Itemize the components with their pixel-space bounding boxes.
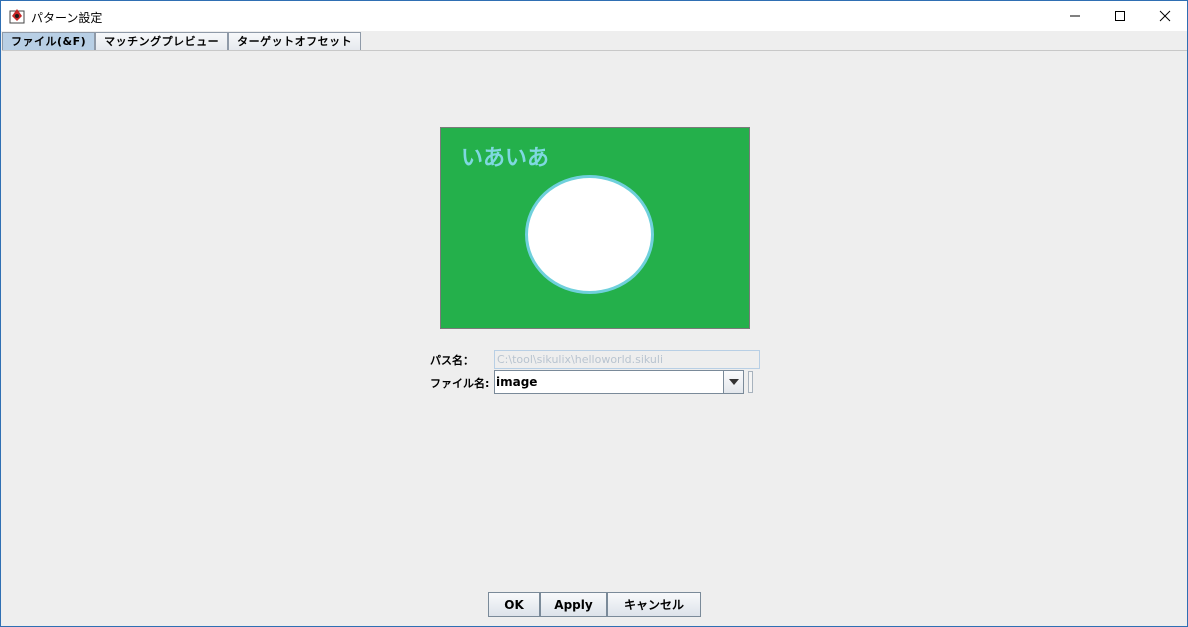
minimize-icon [1070, 15, 1080, 17]
ok-button[interactable]: OK [488, 592, 540, 617]
app-icon [9, 9, 25, 24]
extra-control[interactable] [748, 371, 753, 393]
tab-divider [2, 50, 1187, 51]
maximize-icon [1115, 11, 1125, 21]
apply-button[interactable]: Apply [540, 592, 607, 617]
pattern-preview-image: いあいあ [440, 127, 750, 329]
path-field: C:\tool\sikulix\helloworld.sikuli [494, 350, 760, 369]
chevron-down-icon [728, 379, 739, 385]
title-bar: パターン設定 [1, 1, 1187, 31]
maximize-button[interactable] [1097, 1, 1143, 31]
file-name-label: ファイル名: [430, 377, 490, 390]
preview-image-text: いあいあ [461, 146, 550, 171]
path-label: パス名： [430, 354, 474, 367]
file-name-value[interactable]: image [495, 371, 723, 393]
tab-bar: ファイル(&F) マッチングプレビュー ターゲットオフセット [2, 32, 362, 51]
pattern-settings-window: パターン設定 ファイル(&F) マッチングプレビュー ターゲットオフセット いあ… [0, 0, 1188, 627]
window-title: パターン設定 [31, 11, 103, 25]
minimize-button[interactable] [1052, 1, 1098, 31]
close-icon [1159, 10, 1171, 22]
cancel-button[interactable]: キャンセル [607, 592, 701, 617]
tab-matching-preview[interactable]: マッチングプレビュー [95, 32, 229, 50]
tab-file[interactable]: ファイル(&F) [2, 32, 96, 50]
close-button[interactable] [1142, 1, 1188, 31]
preview-circle-shape [525, 175, 654, 294]
tab-target-offset[interactable]: ターゲットオフセット [228, 32, 362, 50]
file-name-dropdown-button[interactable] [723, 371, 743, 393]
file-name-combobox[interactable]: image [494, 370, 744, 394]
